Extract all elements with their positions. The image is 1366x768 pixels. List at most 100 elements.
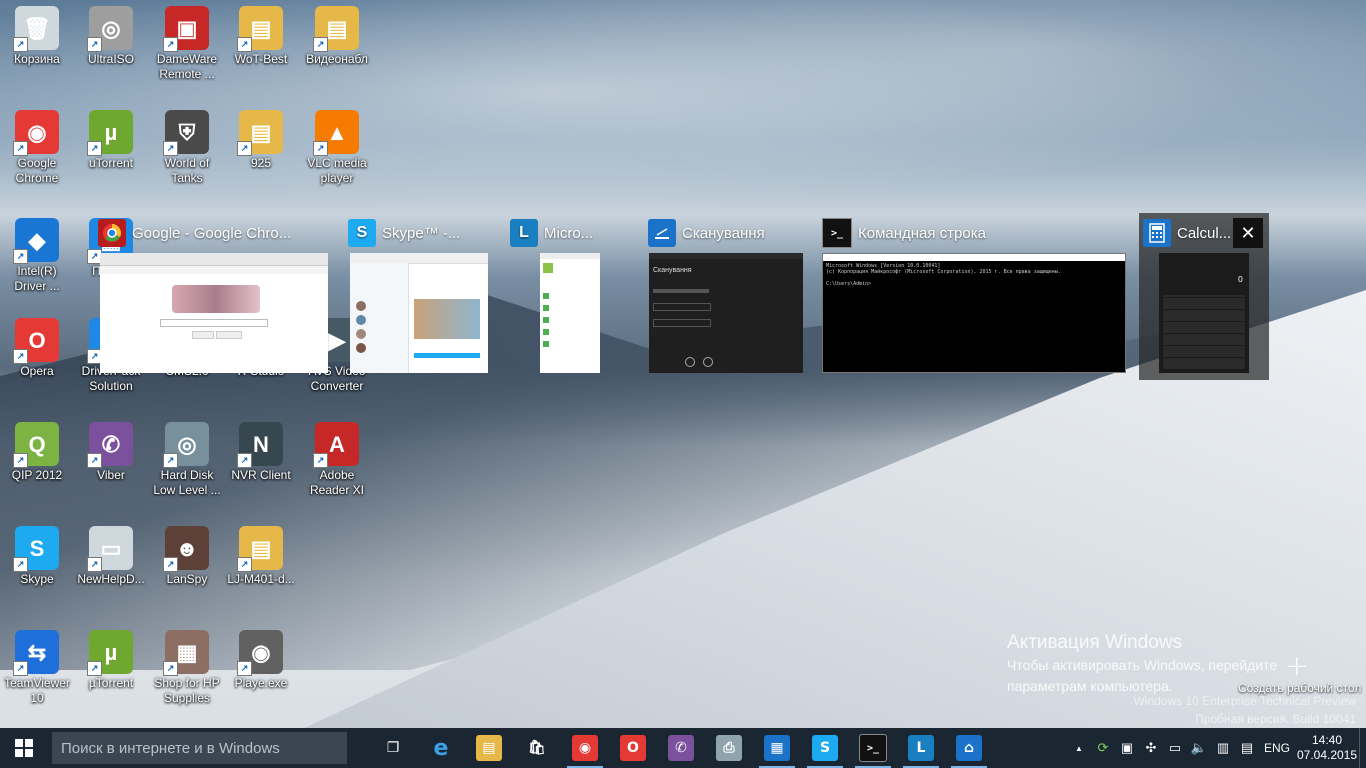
desktop-icon[interactable]: ▤ ↗ Видеонабл [300, 6, 374, 67]
taskbar-app-viber[interactable]: ✆ [657, 728, 705, 768]
scan-icon: ⌂ [956, 735, 982, 761]
window-title-bar: >_ Командная строка [822, 215, 986, 251]
task-view-window-calculator[interactable]: Calcul... ✕ 0 [1143, 215, 1267, 375]
taskbar-app-chrome[interactable]: ◉ [561, 728, 609, 768]
taskbar-app-scan[interactable]: ⌂ [945, 728, 993, 768]
show-desktop-button[interactable] [1359, 728, 1366, 768]
taskbar-app-lync[interactable]: L [897, 728, 945, 768]
skype-icon: S ↗ [13, 526, 59, 572]
desktop-icon-label: WoT-Best [234, 52, 288, 66]
desktop-icon[interactable]: ▦ ↗ Shop for HP Supplies [150, 630, 224, 706]
chevron-up-icon[interactable]: ▲ [1067, 728, 1091, 768]
desktop-icon[interactable]: µ ↗ uTorrent [74, 110, 148, 171]
shortcut-arrow-icon: ↗ [237, 453, 252, 468]
desktop-icon-label: TeamViewer 10 [4, 676, 70, 705]
shortcut-arrow-icon: ↗ [313, 141, 328, 156]
desktop-icon[interactable]: Q ↗ QIP 2012 [0, 422, 74, 483]
search-box[interactable]: Поиск в интернете и в Windows [52, 732, 347, 764]
shortcut-arrow-icon: ↗ [13, 349, 28, 364]
desktop-icon[interactable]: ◎ ↗ Hard Disk Low Level ... [150, 422, 224, 498]
taskbar-app-store[interactable]: 🛍 [513, 728, 561, 768]
desktop-icon[interactable]: ▲ ↗ VLC media player [300, 110, 374, 186]
folder-icon: ▤ ↗ [237, 110, 283, 156]
desktop-icon[interactable]: ⛨ ↗ World of Tanks [150, 110, 224, 186]
desktop-icon[interactable]: ◉ ↗ Google Chrome [0, 110, 74, 186]
tray-icons: ▲ ⟳ ▣ ✣ ▭ 🔈 ▥ ▤ [1067, 728, 1259, 768]
desktop-icon-label: 925 [250, 156, 272, 170]
shortcut-arrow-icon: ↗ [163, 37, 178, 52]
desktop-icon[interactable]: ☻ ↗ LanSpy [150, 526, 224, 587]
desktop-icon[interactable]: ▣ ↗ DameWare Remote ... [150, 6, 224, 82]
taskbar-app-task-view[interactable]: ❐ [369, 728, 417, 768]
volume-icon[interactable]: 🔈 [1187, 728, 1211, 768]
skype-icon: S [348, 219, 376, 247]
teamviewer-icon: ⇆ ↗ [13, 630, 59, 676]
task-view-window-cmd[interactable]: >_ Командная строка Microsoft Windows [V… [822, 215, 1126, 375]
shortcut-arrow-icon: ↗ [313, 37, 328, 52]
sync-icon[interactable]: ⟳ [1091, 728, 1115, 768]
desktop-icon[interactable]: ▭ ↗ NewHelpD... [74, 526, 148, 587]
chrome-icon [98, 219, 126, 247]
taskbar-app-printer[interactable]: ⎙ [705, 728, 753, 768]
start-button[interactable] [0, 728, 48, 768]
desktop-icon-label: Видеонабл [306, 52, 368, 66]
desktop-icon[interactable]: µ ↗ µTorrent [74, 630, 148, 691]
desktop-icon-label: Shop for HP Supplies [154, 676, 220, 705]
desktop-icon[interactable]: ▤ ↗ LJ-M401-d... [224, 526, 298, 587]
close-button[interactable]: ✕ [1233, 218, 1263, 248]
window-title-bar: L Micro... [510, 215, 593, 251]
network-tool-icon[interactable]: ✣ [1139, 728, 1163, 768]
taskbar-app-skype[interactable]: S [801, 728, 849, 768]
build-line2: Пробная версия. Build 10041 [1195, 712, 1356, 726]
folder-icon: ▤ ↗ [313, 6, 359, 52]
task-view-window-lync[interactable]: L Micro... [510, 215, 602, 375]
nvr-client-icon: N ↗ [237, 422, 283, 468]
desktop-icon[interactable]: 🗑 ↗ Корзина [0, 6, 74, 67]
taskbar-app-internet-explorer[interactable]: e [417, 728, 465, 768]
desktop-icon[interactable]: ▤ ↗ WoT-Best [224, 6, 298, 67]
plus-icon: + [1285, 649, 1309, 682]
network-icon[interactable]: ▥ [1211, 728, 1235, 768]
desktop-icon-label: Opera [20, 364, 54, 378]
desktop-icon[interactable]: ▤ ↗ 925 [224, 110, 298, 171]
desktop-icon-label: NVR Client [231, 468, 291, 482]
desktop-icon[interactable]: N ↗ NVR Client [224, 422, 298, 483]
battery-icon[interactable]: ▭ [1163, 728, 1187, 768]
windows-logo-icon [15, 739, 33, 757]
clock-date: 07.04.2015 [1296, 748, 1358, 762]
desktop-icon-label: VLC media player [307, 156, 367, 185]
window-title: Сканування [682, 224, 765, 242]
taskbar-app-calculator[interactable]: ▦ [753, 728, 801, 768]
hp-supplies-icon: ▦ ↗ [163, 630, 209, 676]
desktop-icon[interactable]: ⇆ ↗ TeamViewer 10 [0, 630, 74, 706]
shortcut-arrow-icon: ↗ [237, 661, 252, 676]
window-title-bar: Calcul... [1143, 215, 1231, 251]
desktop-icon[interactable]: ◉ ↗ Playe.exe [224, 630, 298, 691]
task-view-window-scan[interactable]: Сканування Сканування [648, 215, 804, 375]
desktop-icon[interactable]: ✆ ↗ Viber [74, 422, 148, 483]
shortcut-arrow-icon: ↗ [13, 141, 28, 156]
shortcut-arrow-icon: ↗ [163, 661, 178, 676]
taskbar-app-file-explorer[interactable]: ▤ [465, 728, 513, 768]
window-thumbnail [540, 253, 600, 373]
language-indicator[interactable]: ENG [1259, 741, 1295, 755]
task-view-window-skype[interactable]: S Skype™ -... [348, 215, 490, 375]
action-center-icon[interactable]: ▤ [1235, 728, 1259, 768]
desktop-icon[interactable]: S ↗ Skype [0, 526, 74, 587]
new-desktop-button[interactable]: + Создать рабочий стол [1234, 649, 1361, 698]
taskbar-app-cmd[interactable]: >_ [849, 728, 897, 768]
desktop-icon[interactable]: O ↗ Opera [0, 318, 74, 379]
clock[interactable]: 14:40 07.04.2015 [1295, 733, 1359, 763]
desktop-icon[interactable]: ◎ ↗ UltraISO [74, 6, 148, 67]
folder-icon: ▤ ↗ [237, 6, 283, 52]
task-view-window-chrome[interactable]: Google - Google Chro... [98, 215, 330, 375]
folder-icon: ▤ ↗ [237, 526, 283, 572]
desktop-icon-label: QIP 2012 [11, 468, 63, 482]
cmd-output: Microsoft Windows [Version 10.0.10041] (c… [823, 261, 1125, 289]
taskbar-app-opera[interactable]: O [609, 728, 657, 768]
opera-icon: O ↗ [13, 318, 59, 364]
desktop-icon[interactable]: A ↗ Adobe Reader XI [300, 422, 374, 498]
app-tray-icon[interactable]: ▣ [1115, 728, 1139, 768]
window-title: Micro... [544, 224, 594, 242]
desktop-icon[interactable]: ◆ ↗ Intel(R) Driver ... [0, 218, 74, 294]
